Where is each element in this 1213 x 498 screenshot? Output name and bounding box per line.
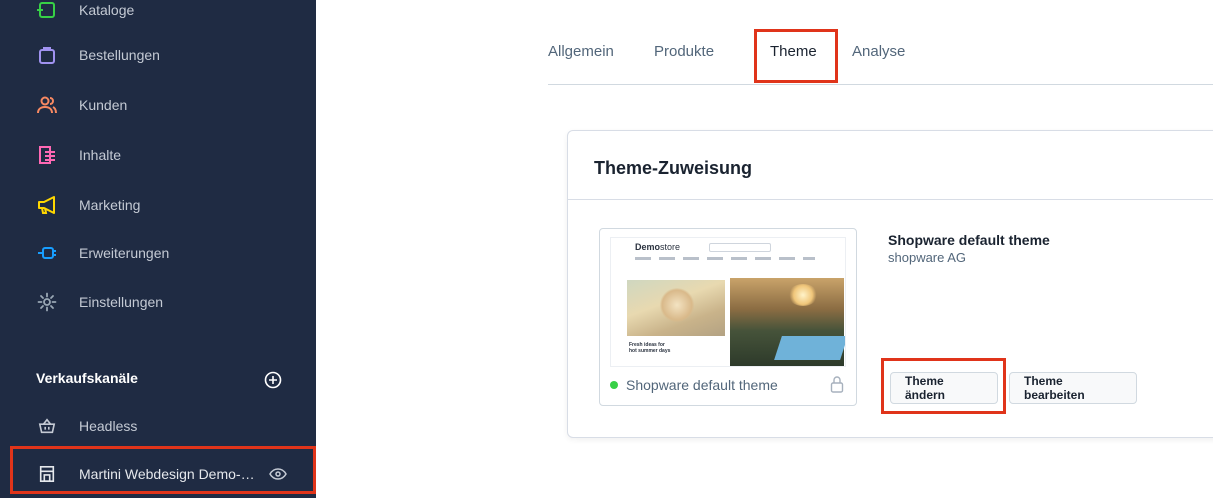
tab-produkte[interactable]: Produkte (654, 43, 714, 60)
shopping-bag-icon (36, 44, 58, 66)
status-dot (610, 381, 618, 389)
card-divider (568, 199, 1213, 200)
highlight-box-channel (10, 446, 316, 494)
theme-author: shopware AG (888, 250, 967, 265)
main-content: Allgemein Produkte Theme Analyse Theme-Z… (316, 0, 1213, 498)
sidebar-item-label: Kunden (79, 97, 128, 113)
sidebar-item-kataloge[interactable]: Kataloge (0, 0, 316, 30)
edit-theme-button[interactable]: Theme bearbeiten (1009, 372, 1137, 404)
sidebar-item-label: Marketing (79, 197, 141, 213)
preview-photo-right (730, 278, 845, 366)
theme-assignment-card: Theme-Zuweisung Demostore Fresh ideas fo… (567, 130, 1213, 438)
customers-icon (36, 94, 58, 116)
sidebar-item-label: Kataloge (79, 2, 135, 18)
preview-logo: Demostore (635, 242, 681, 252)
sidebar-item-label: Inhalte (79, 147, 122, 163)
lock-icon (830, 375, 844, 393)
sidebar-item-marketing[interactable]: Marketing (0, 185, 316, 225)
preview-footer: Shopware default theme (610, 375, 846, 395)
highlight-box-button (881, 358, 1006, 414)
plug-icon (36, 242, 58, 264)
sidebar-item-label: Bestellungen (79, 47, 160, 63)
card-title: Theme-Zuweisung (594, 158, 753, 178)
tab-analyse[interactable]: Analyse (852, 43, 905, 60)
sidebar-item-einstellungen[interactable]: Einstellungen (0, 282, 316, 322)
preview-search (709, 243, 771, 252)
content-icon (36, 144, 58, 166)
sidebar: Kataloge Bestellungen Kunden Inhalte Mar… (0, 0, 316, 498)
tab-bar: Allgemein Produkte Theme Analyse (548, 0, 1213, 85)
preview-heading: Fresh ideas for hot summer days (629, 342, 671, 354)
catalog-icon (36, 0, 58, 21)
highlight-box-tab (754, 29, 838, 83)
sidebar-item-label: Erweiterungen (79, 245, 170, 261)
sidebar-channel-label: Headless (79, 418, 138, 434)
preview-photo-left (627, 280, 725, 336)
add-sales-channel-button[interactable] (264, 371, 282, 389)
sidebar-item-kunden[interactable]: Kunden (0, 85, 316, 125)
theme-name: Shopware default theme (888, 232, 1050, 248)
tab-allgemein[interactable]: Allgemein (548, 43, 614, 60)
preview-theme-name: Shopware default theme (626, 377, 778, 393)
preview-nav (635, 257, 815, 260)
sidebar-channel-headless[interactable]: Headless (0, 406, 316, 446)
sidebar-item-label: Einstellungen (79, 294, 164, 310)
plus-circle-icon (264, 371, 282, 389)
megaphone-icon (36, 194, 58, 216)
gear-icon (36, 291, 58, 313)
sidebar-item-bestellungen[interactable]: Bestellungen (0, 35, 316, 75)
sidebar-item-erweiterungen[interactable]: Erweiterungen (0, 233, 316, 273)
sidebar-item-inhalte[interactable]: Inhalte (0, 135, 316, 175)
basket-icon (36, 415, 58, 437)
theme-preview[interactable]: Demostore Fresh ideas for hot summer day… (599, 228, 857, 406)
sales-channels-title: Verkaufskanäle (36, 370, 138, 386)
theme-preview-image: Demostore Fresh ideas for hot summer day… (610, 237, 846, 367)
